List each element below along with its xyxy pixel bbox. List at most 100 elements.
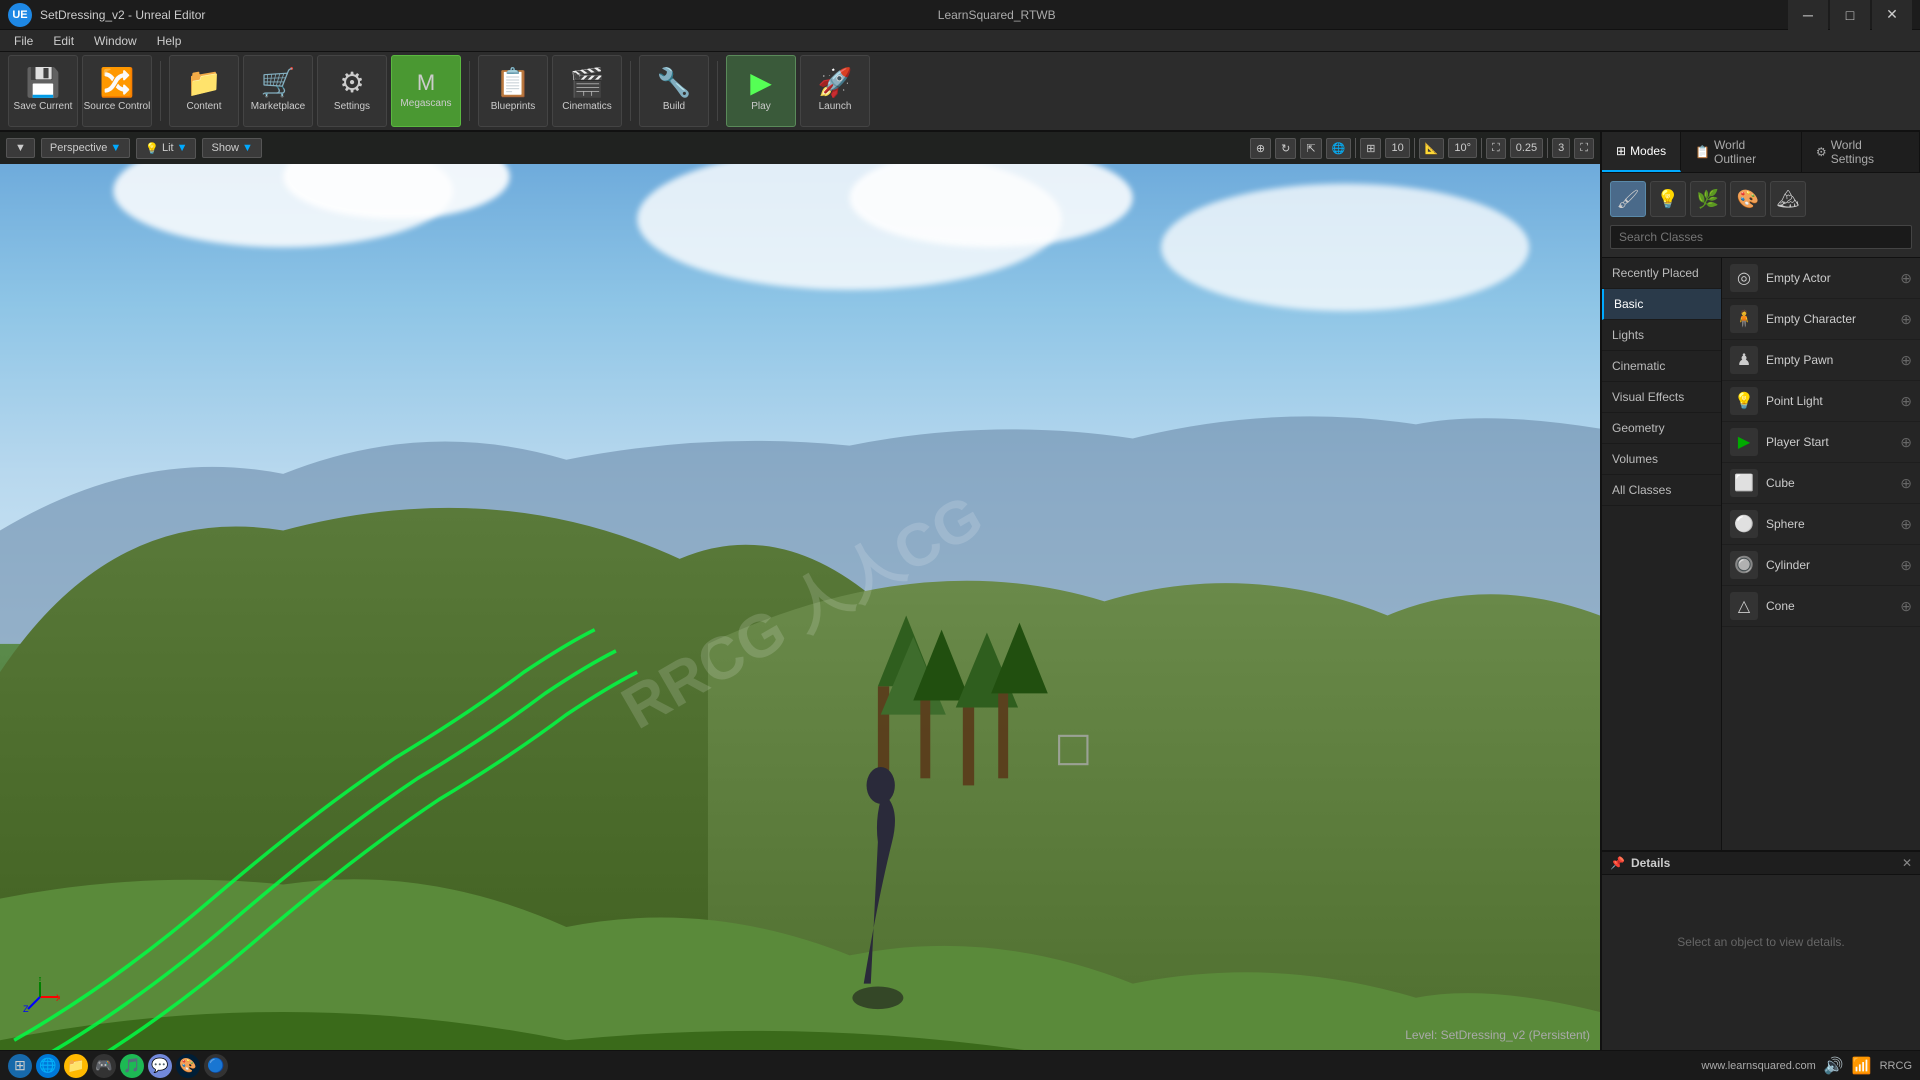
actor-empty-character[interactable]: 🧍 Empty Character ⊕	[1722, 299, 1920, 340]
rotate-button[interactable]: ↻	[1275, 138, 1296, 159]
snap-value-button[interactable]: 10°	[1448, 138, 1477, 158]
scale-value-button[interactable]: 0.25	[1510, 138, 1543, 158]
world-settings-tab-label: World Settings	[1831, 138, 1905, 166]
marketplace-button[interactable]: 🛒 Marketplace	[243, 55, 313, 127]
category-volumes[interactable]: Volumes	[1602, 444, 1721, 475]
viewport-dropdown-button[interactable]: ▼	[6, 138, 35, 158]
category-lights[interactable]: Lights	[1602, 320, 1721, 351]
toolbar-separator-2	[469, 61, 470, 121]
landscape-mode-button[interactable]: 🌿	[1690, 181, 1726, 217]
blueprints-icon: 📋	[496, 69, 531, 97]
tab-world-outliner[interactable]: 📋 World Outliner	[1681, 132, 1802, 172]
lit-label: Lit	[162, 142, 174, 154]
taskbar-discord[interactable]: 💬	[148, 1054, 172, 1078]
titlebar-controls: ─ □ ✕	[1788, 0, 1912, 30]
taskbar-edge[interactable]: 🌐	[36, 1054, 60, 1078]
show-button[interactable]: Show ▼	[202, 138, 261, 158]
axis-indicator: X Y Z	[20, 977, 60, 1020]
actor-empty-actor[interactable]: ◎ Empty Actor ⊕	[1722, 258, 1920, 299]
category-recently-placed[interactable]: Recently Placed	[1602, 258, 1721, 289]
scale-button[interactable]: ⇱	[1300, 138, 1321, 159]
cylinder-icon: 🔘	[1730, 551, 1758, 579]
svg-text:Y: Y	[37, 977, 43, 983]
content-button[interactable]: 📁 Content	[169, 55, 239, 127]
point-light-label: Point Light	[1766, 394, 1892, 408]
actor-cone[interactable]: △ Cone ⊕	[1722, 586, 1920, 627]
lit-button[interactable]: 💡 Lit ▼	[136, 138, 196, 159]
taskbar-wifi-icon[interactable]: 📶	[1852, 1056, 1872, 1076]
tab-world-settings[interactable]: ⚙ World Settings	[1802, 132, 1920, 172]
camera-speed-button[interactable]: 3	[1552, 138, 1570, 158]
blueprints-label: Blueprints	[491, 101, 535, 113]
viewport[interactable]: ▼ Perspective ▼ 💡 Lit ▼ Show ▼ ⊕ ↻ ⇱ 🌐 ⊞	[0, 132, 1600, 1050]
placement-mode-button[interactable]: 🖌	[1610, 181, 1646, 217]
actor-player-start[interactable]: ▶ Player Start ⊕	[1722, 422, 1920, 463]
marketplace-label: Marketplace	[251, 101, 305, 113]
actor-cylinder[interactable]: 🔘 Cylinder ⊕	[1722, 545, 1920, 586]
maximize-viewport-button[interactable]: ⛶	[1574, 138, 1594, 159]
details-placeholder: Select an object to view details.	[1602, 915, 1920, 969]
category-all-classes[interactable]: All Classes	[1602, 475, 1721, 506]
snap-button[interactable]: 📐	[1419, 138, 1445, 159]
blueprints-button[interactable]: 📋 Blueprints	[478, 55, 548, 127]
taskbar-time: RRCG	[1880, 1060, 1912, 1072]
add-empty-pawn-icon: ⊕	[1900, 352, 1912, 369]
source-control-icon: 🔀	[100, 69, 135, 97]
category-cinematic[interactable]: Cinematic	[1602, 351, 1721, 382]
perspective-button[interactable]: Perspective ▼	[41, 138, 130, 158]
sphere-icon: ⚪	[1730, 510, 1758, 538]
modes-icon: ⊞	[1616, 144, 1626, 158]
taskbar-volume-icon[interactable]: 🔊	[1824, 1056, 1844, 1076]
close-button[interactable]: ✕	[1872, 0, 1912, 30]
taskbar-explorer[interactable]: 📁	[64, 1054, 88, 1078]
taskbar-photoshop[interactable]: 🎨	[176, 1054, 200, 1078]
foliage-mode-button[interactable]: 🎨	[1730, 181, 1766, 217]
taskbar-spotify[interactable]: 🎵	[120, 1054, 144, 1078]
add-point-light-icon: ⊕	[1900, 393, 1912, 410]
build-button[interactable]: 🔧 Build	[639, 55, 709, 127]
svg-text:Z: Z	[23, 1004, 29, 1014]
category-visual-effects[interactable]: Visual Effects	[1602, 382, 1721, 413]
world-button[interactable]: 🌐	[1326, 138, 1352, 159]
taskbar-ue4[interactable]: 🎮	[92, 1054, 116, 1078]
vp-separator-2	[1414, 138, 1415, 158]
source-control-label: Source Control	[84, 101, 151, 113]
source-control-button[interactable]: 🔀 Source Control	[82, 55, 152, 127]
scale-snap-button[interactable]: ⛶	[1486, 138, 1506, 159]
tab-modes[interactable]: ⊞ Modes	[1602, 132, 1681, 172]
save-current-button[interactable]: 💾 Save Current	[8, 55, 78, 127]
ue-logo: UE	[8, 3, 32, 27]
search-classes-input[interactable]	[1610, 225, 1912, 249]
maximize-button[interactable]: □	[1830, 0, 1870, 30]
category-basic[interactable]: Basic	[1602, 289, 1721, 320]
menu-edit[interactable]: Edit	[43, 32, 84, 50]
actor-empty-pawn[interactable]: ♟ Empty Pawn ⊕	[1722, 340, 1920, 381]
add-empty-character-icon: ⊕	[1900, 311, 1912, 328]
paint-mode-button[interactable]: 💡	[1650, 181, 1686, 217]
geometry-mode-button[interactable]: 🏔	[1770, 181, 1806, 217]
menu-window[interactable]: Window	[84, 32, 147, 50]
cylinder-label: Cylinder	[1766, 558, 1892, 572]
taskbar: ⊞ 🌐 📁 🎮 🎵 💬 🎨 🔵 www.learnsquared.com 🔊 📶…	[0, 1050, 1920, 1080]
transform-button[interactable]: ⊕	[1250, 138, 1271, 159]
settings-button[interactable]: ⚙ Settings	[317, 55, 387, 127]
category-geometry[interactable]: Geometry	[1602, 413, 1721, 444]
megascans-button[interactable]: M Megascans	[391, 55, 461, 127]
cone-icon: △	[1730, 592, 1758, 620]
menu-help[interactable]: Help	[147, 32, 192, 50]
grid-value-button[interactable]: 10	[1385, 138, 1409, 158]
actor-sphere[interactable]: ⚪ Sphere ⊕	[1722, 504, 1920, 545]
taskbar-other[interactable]: 🔵	[204, 1054, 228, 1078]
actor-cube[interactable]: ⬜ Cube ⊕	[1722, 463, 1920, 504]
cinematics-button[interactable]: 🎬 Cinematics	[552, 55, 622, 127]
play-button[interactable]: ▶ Play	[726, 55, 796, 127]
minimize-button[interactable]: ─	[1788, 0, 1828, 30]
cinematics-label: Cinematics	[562, 101, 611, 113]
titlebar-right-text: LearnSquared_RTWB	[938, 8, 1056, 22]
details-close-button[interactable]: ✕	[1902, 856, 1912, 870]
actor-point-light[interactable]: 💡 Point Light ⊕	[1722, 381, 1920, 422]
launch-button[interactable]: 🚀 Launch	[800, 55, 870, 127]
windows-start-button[interactable]: ⊞	[8, 1054, 32, 1078]
grid-surface-button[interactable]: ⊞	[1360, 138, 1381, 159]
menu-file[interactable]: File	[4, 32, 43, 50]
